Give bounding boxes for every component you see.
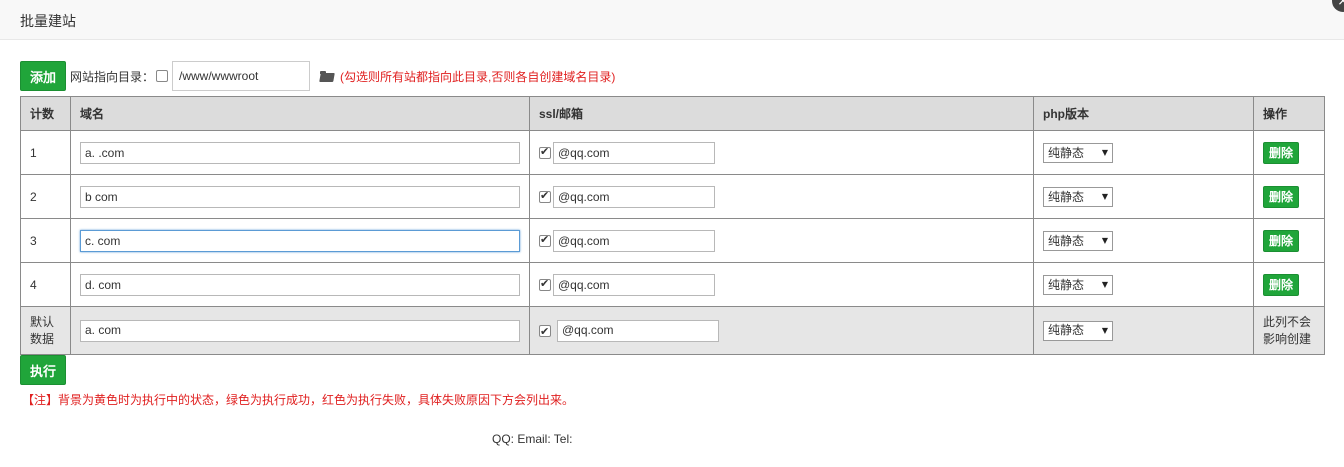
ssl-checkbox[interactable] [539, 189, 551, 203]
dir-input[interactable]: /www/wwwroot [172, 61, 311, 91]
dir-label: 网站指向目录： [70, 69, 155, 84]
ssl-checkbox[interactable] [539, 277, 551, 291]
site-table: 计数 域名 ssl/邮箱 php版本 操作 1 a. .com @qq.com … [20, 96, 1325, 355]
default-note-line1: 此列不会 [1263, 314, 1312, 329]
domain-input[interactable]: a. .com [80, 141, 520, 164]
table-row: 1 a. .com @qq.com 纯静态 ▼ 删除 [20, 130, 1325, 175]
php-select-value: 纯静态 [1048, 323, 1085, 337]
ssl-cell: @qq.com [529, 262, 1034, 307]
default-php-select[interactable]: 纯静态 ▼ [1043, 320, 1113, 341]
domain-cell: a. com [70, 306, 530, 355]
php-cell: 纯静态 ▼ [1033, 174, 1254, 219]
header-domain: 域名 [70, 96, 530, 131]
email-input[interactable]: @qq.com [553, 141, 715, 164]
php-cell: 纯静态 ▼ [1033, 306, 1254, 355]
domain-cell: a. .com [70, 130, 530, 175]
email-input[interactable]: @qq.com [553, 229, 715, 252]
action-cell: 删除 [1253, 130, 1325, 175]
php-select-value: 纯静态 [1048, 234, 1085, 248]
triangle-down-icon: ▼ [1101, 280, 1108, 289]
php-select[interactable]: 纯静态 ▼ [1043, 230, 1113, 251]
default-row: 默认数据 a. com @qq.com 纯静态 ▼ 此列不会影响创建 [20, 306, 1325, 355]
dialog-title: 批量建站 [20, 13, 76, 29]
php-cell: 纯静态 ▼ [1033, 262, 1254, 307]
php-select-value: 纯静态 [1048, 278, 1085, 292]
delete-button[interactable]: 删除 [1263, 185, 1299, 208]
triangle-down-icon: ▼ [1101, 326, 1108, 335]
folder-open-icon[interactable] [320, 70, 334, 82]
default-label-line1: 默认 [30, 314, 55, 329]
default-email-input[interactable]: @qq.com [557, 319, 719, 342]
ssl-cell: @qq.com [529, 174, 1034, 219]
add-button[interactable]: 添加 [20, 61, 66, 91]
php-select-value: 纯静态 [1048, 190, 1085, 204]
toolbar: 添加 网站指向目录： /www/wwwroot (勾选则所有站都指向此目录,否则… [20, 61, 615, 91]
php-select[interactable]: 纯静态 ▼ [1043, 142, 1113, 163]
ssl-checkbox[interactable] [539, 145, 551, 159]
php-cell: 纯静态 ▼ [1033, 218, 1254, 263]
default-domain-input[interactable]: a. com [80, 319, 520, 342]
email-input[interactable]: @qq.com [553, 185, 715, 208]
header-ssl: ssl/邮箱 [529, 96, 1034, 131]
default-note: 此列不会 影响创建 [1253, 306, 1325, 355]
ssl-checkbox[interactable] [539, 233, 551, 247]
ssl-cell: @qq.com [529, 218, 1034, 263]
triangle-down-icon: ▼ [1101, 192, 1108, 201]
dir-hint: (勾选则所有站都指向此目录,否则各自创建域名目录) [340, 69, 616, 84]
domain-input[interactable]: b com [80, 185, 520, 208]
php-cell: 纯静态 ▼ [1033, 130, 1254, 175]
table-row: 3 c. com @qq.com 纯静态 ▼ 删除 [20, 218, 1325, 263]
default-note-line2: 影响创建 [1263, 331, 1312, 346]
header-count: 计数 [20, 96, 71, 131]
domain-input[interactable]: c. com [80, 229, 520, 252]
default-label: 默认 数据 [20, 306, 71, 355]
domain-input[interactable]: d. com [80, 273, 520, 296]
php-select-value: 纯静态 [1048, 146, 1085, 160]
table-row: 4 d. com @qq.com 纯静态 ▼ 删除 [20, 262, 1325, 307]
status-note: 【注】背景为黄色时为执行中的状态，绿色为执行成功，红色为执行失败，具体失败原因下… [22, 393, 575, 407]
table-header: 计数 域名 ssl/邮箱 php版本 操作 [20, 96, 1325, 131]
triangle-down-icon: ▼ [1101, 148, 1108, 157]
action-cell: 删除 [1253, 174, 1325, 219]
row-count: 2 [20, 174, 71, 219]
domain-cell: c. com [70, 218, 530, 263]
default-ssl-checkbox[interactable] [539, 323, 551, 340]
table-row: 2 b com @qq.com 纯静态 ▼ 删除 [20, 174, 1325, 219]
default-label-line2: 数据 [30, 331, 55, 346]
domain-cell: b com [70, 174, 530, 219]
delete-button[interactable]: 删除 [1263, 141, 1299, 164]
php-select[interactable]: 纯静态 ▼ [1043, 186, 1113, 207]
row-count: 1 [20, 130, 71, 175]
dir-checkbox[interactable] [156, 70, 169, 82]
header-php: php版本 [1033, 96, 1254, 131]
row-count: 4 [20, 262, 71, 307]
ssl-cell: @qq.com [529, 306, 1034, 355]
triangle-down-icon: ▼ [1101, 236, 1108, 245]
run-button[interactable]: 执行 [20, 355, 66, 385]
php-select[interactable]: 纯静态 ▼ [1043, 274, 1113, 295]
delete-button[interactable]: 删除 [1263, 273, 1299, 296]
dialog-titlebar: 批量建站 × [0, 0, 1344, 40]
close-icon[interactable]: × [1332, 0, 1344, 12]
delete-button[interactable]: 删除 [1263, 229, 1299, 252]
action-cell: 删除 [1253, 262, 1325, 307]
header-action: 操作 [1253, 96, 1325, 131]
ssl-cell: @qq.com [529, 130, 1034, 175]
domain-cell: d. com [70, 262, 530, 307]
row-count: 3 [20, 218, 71, 263]
action-cell: 删除 [1253, 218, 1325, 263]
footer-contact: QQ: Email: Tel: [492, 432, 573, 446]
email-input[interactable]: @qq.com [553, 273, 715, 296]
